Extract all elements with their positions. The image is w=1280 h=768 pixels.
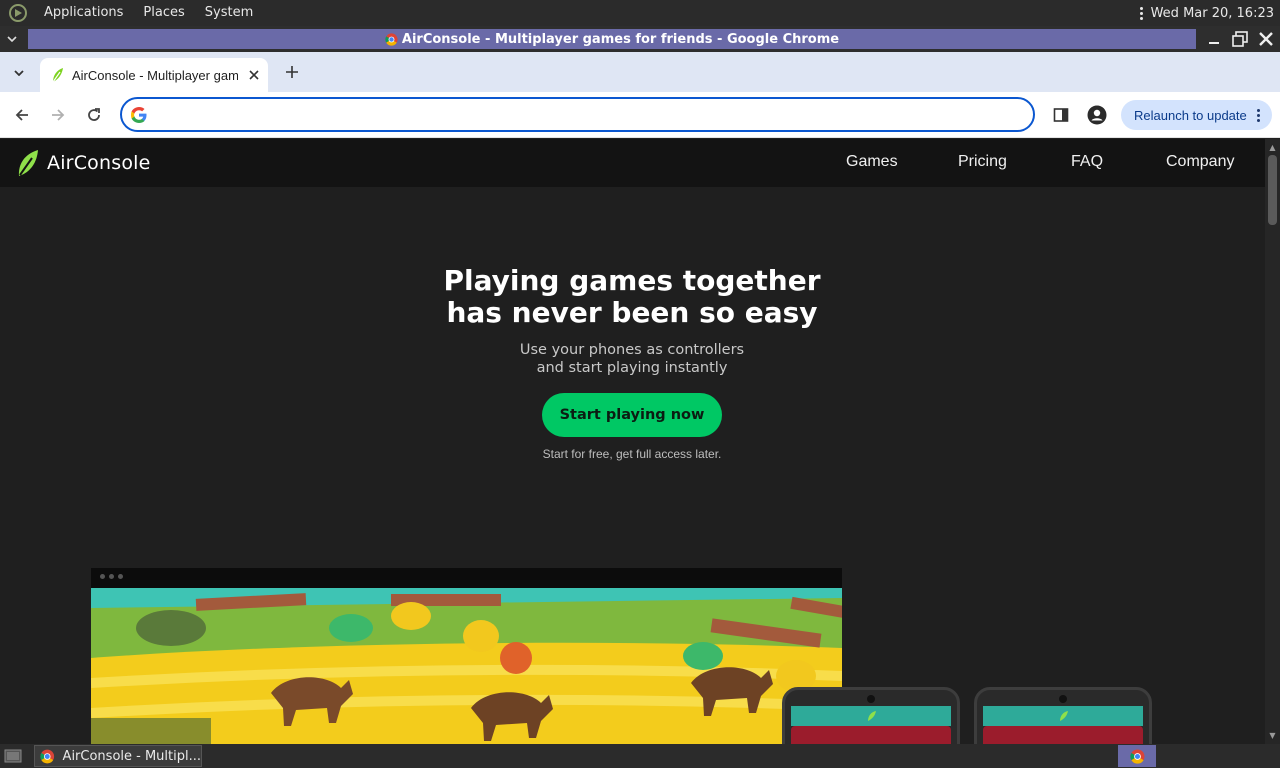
window-menu-button[interactable] [0, 26, 24, 52]
window-title-area[interactable]: AirConsole - Multiplayer games for frien… [28, 29, 1196, 49]
airconsole-leaf-icon [868, 711, 876, 721]
scroll-up-icon[interactable]: ▲ [1268, 143, 1277, 152]
plus-icon [286, 66, 298, 78]
page-scrollbar[interactable]: ▲ ▼ [1265, 139, 1280, 744]
chrome-icon [1129, 748, 1145, 764]
distro-logo-icon[interactable] [8, 3, 28, 23]
places-menu[interactable]: Places [133, 0, 194, 26]
scrollbar-thumb[interactable] [1268, 155, 1277, 225]
nav-games[interactable]: Games [846, 153, 898, 171]
nav-pricing[interactable]: Pricing [958, 153, 1007, 171]
forward-button[interactable] [46, 103, 70, 127]
address-input[interactable] [155, 104, 1033, 125]
side-panel-button[interactable] [1049, 103, 1073, 127]
close-icon [249, 70, 259, 80]
airconsole-leaf-icon [18, 150, 38, 176]
address-bar[interactable] [120, 97, 1035, 132]
minimize-icon [1209, 42, 1219, 44]
hero-subtitle-line1: Use your phones as controllers [519, 342, 745, 358]
workspace-switcher[interactable] [1118, 745, 1156, 767]
window-titlebar[interactable]: AirConsole - Multiplayer games for frien… [0, 26, 1280, 52]
close-icon [1259, 32, 1273, 46]
panel-overflow-icon[interactable] [1139, 6, 1143, 20]
maximize-button[interactable] [1230, 29, 1250, 49]
start-playing-button[interactable]: Start playing now [542, 393, 722, 437]
relaunch-label: Relaunch to update [1134, 107, 1247, 123]
hero-subtitle: Use your phones as controllers and start… [432, 341, 832, 377]
close-window-button[interactable] [1256, 29, 1276, 49]
tab-strip: AirConsole - Multiplayer games for frien… [0, 52, 1280, 92]
avatar-icon [1087, 105, 1107, 125]
profile-button[interactable] [1085, 103, 1109, 127]
game-preview [91, 568, 842, 744]
hero-heading: Playing games together has never been so… [332, 265, 932, 329]
nav-faq[interactable]: FAQ [1071, 153, 1103, 171]
chrome-icon [385, 32, 398, 46]
google-g-icon [131, 106, 147, 123]
chevron-down-icon [7, 36, 17, 42]
scroll-down-icon[interactable]: ▼ [1268, 731, 1277, 740]
new-tab-button[interactable] [280, 60, 304, 84]
applications-menu[interactable]: Applications [34, 0, 133, 26]
reload-icon [88, 108, 100, 121]
taskbar-window-label: AirConsole - Multipl... [62, 748, 201, 764]
tab-title: AirConsole - Multiplayer games for frien… [72, 67, 238, 83]
arrow-left-icon [15, 109, 28, 121]
airconsole-leaf-icon [1060, 711, 1068, 721]
site-header: AirConsole Games Pricing FAQ Company [0, 139, 1265, 187]
game-scene-image [91, 588, 842, 744]
bottom-taskbar: AirConsole - Multipl... [0, 744, 1280, 768]
tab-close-button[interactable] [246, 67, 262, 83]
tab-airconsole[interactable]: AirConsole - Multiplayer games for frien… [40, 58, 268, 92]
airconsole-leaf-icon [52, 68, 63, 83]
system-menu[interactable]: System [195, 0, 263, 26]
tab-search-button[interactable] [8, 62, 30, 84]
chevron-down-icon [14, 70, 24, 76]
arrow-right-icon [52, 109, 65, 121]
window-dots [100, 574, 123, 579]
relaunch-to-update-button[interactable]: Relaunch to update [1121, 100, 1272, 130]
maximize-icon [1232, 31, 1248, 47]
page-viewport: AirConsole Games Pricing FAQ Company Pla… [0, 139, 1265, 744]
brand-name: AirConsole [47, 152, 151, 174]
browser-toolbar: Relaunch to update [0, 92, 1280, 138]
window-title: AirConsole - Multiplayer games for frien… [401, 31, 840, 47]
show-desktop-icon[interactable] [4, 748, 22, 764]
side-panel-icon [1053, 108, 1069, 122]
hero-heading-line2: has never been so easy [446, 296, 818, 329]
reload-button[interactable] [82, 103, 106, 127]
back-button[interactable] [10, 103, 34, 127]
phone-controller-2 [974, 687, 1152, 744]
taskbar-window-chrome[interactable]: AirConsole - Multipl... [34, 745, 202, 767]
nav-company[interactable]: Company [1166, 153, 1234, 171]
chrome-icon [40, 749, 55, 763]
phone-controller-1 [782, 687, 960, 744]
cta-note: Start for free, get full access later. [542, 447, 722, 461]
clock[interactable]: Wed Mar 20, 16:23 [1151, 6, 1274, 21]
hero-heading-line1: Playing games together [443, 264, 821, 297]
top-panel: Applications Places System Wed Mar 20, 1… [0, 0, 1280, 26]
more-menu-icon[interactable] [1257, 109, 1260, 122]
hero-subtitle-line2: and start playing instantly [536, 360, 728, 376]
minimize-button[interactable] [1204, 29, 1224, 49]
site-logo[interactable]: AirConsole [16, 149, 151, 177]
